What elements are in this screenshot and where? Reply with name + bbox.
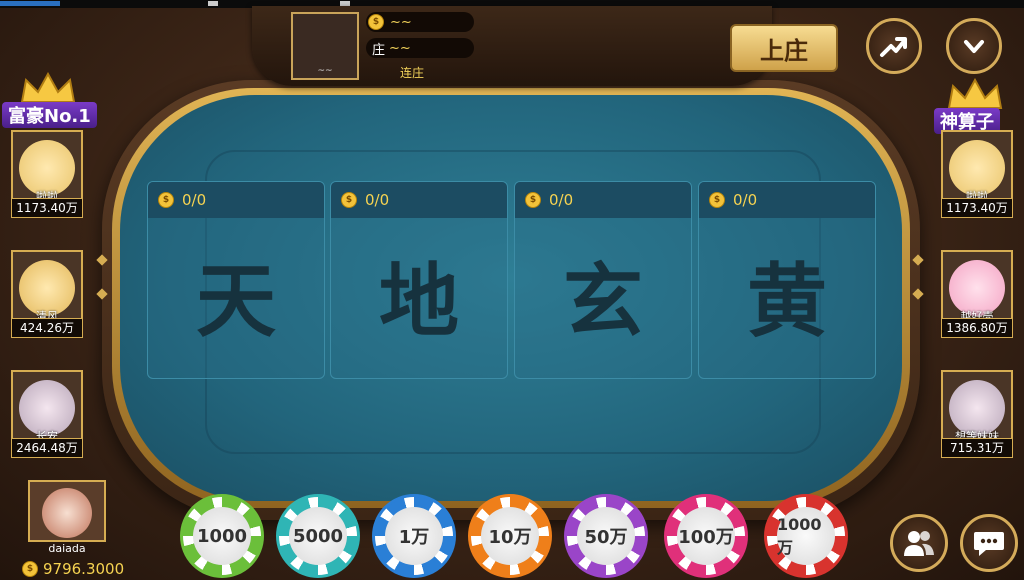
chip-1wan[interactable]: 1万: [372, 494, 456, 578]
banker-name-value: ~~: [389, 40, 411, 56]
chip-1000wan[interactable]: 1000万: [764, 494, 848, 578]
player-score: 2464.48万: [11, 438, 83, 458]
coin-icon: $: [525, 192, 541, 208]
bet-area-label: 玄: [563, 254, 643, 348]
crown-icon: [20, 72, 76, 103]
chip-5000[interactable]: 5000: [276, 494, 360, 578]
player-score: 1386.80万: [941, 318, 1013, 338]
chip-label: 1000万: [777, 507, 835, 565]
banker-avatar[interactable]: ~~: [291, 12, 359, 80]
coin-icon: $: [368, 14, 384, 30]
right-player-2[interactable]: 越好壳 1386.80万: [941, 250, 1013, 338]
bet-amount: 0/0: [733, 191, 758, 209]
players-button[interactable]: [890, 514, 948, 572]
left-player-3[interactable]: 长安 2464.48万: [11, 370, 83, 458]
bet-amount: 0/0: [182, 191, 207, 209]
my-score: $ 9796.3000: [22, 560, 124, 578]
chevron-down-icon: [964, 40, 984, 53]
my-name: daiada: [48, 542, 86, 555]
chip-label: 50万: [577, 507, 635, 565]
crown-icon: [947, 78, 1003, 109]
banker-avatar-tag: ~~: [317, 66, 333, 76]
right-player-3[interactable]: 想等妹妹 715.31万: [941, 370, 1013, 458]
my-score-value: 9796.3000: [43, 560, 125, 578]
bet-area-tian[interactable]: $ 0/0 天: [147, 181, 325, 379]
chip-100wan[interactable]: 100万: [664, 494, 748, 578]
banker-name: 庄 ~~: [366, 38, 474, 58]
bet-area-label: 天: [196, 254, 276, 348]
banker-coins: $ ~~: [366, 12, 474, 32]
bet-area-di[interactable]: $ 0/0 地: [330, 181, 508, 379]
chip-50wan[interactable]: 50万: [564, 494, 648, 578]
chip-10wan[interactable]: 10万: [468, 494, 552, 578]
trend-button[interactable]: [866, 18, 922, 74]
coin-icon: $: [341, 192, 357, 208]
coin-icon: $: [22, 561, 38, 577]
banker-streak-label: 连庄: [400, 66, 425, 80]
chip-label: 1万: [385, 507, 443, 565]
chip-1000[interactable]: 1000: [180, 494, 264, 578]
players-icon: [904, 531, 934, 556]
player-score: 1173.40万: [941, 198, 1013, 218]
chip-label: 10万: [481, 507, 539, 565]
bet-amount: 0/0: [365, 191, 390, 209]
chat-bubble-icon: [974, 532, 1004, 556]
chip-label: 1000: [193, 507, 251, 565]
banker-coins-value: ~~: [390, 14, 412, 30]
become-banker-button[interactable]: 上庄: [730, 24, 838, 72]
player-score: 715.31万: [941, 438, 1013, 458]
player-score: 1173.40万: [11, 198, 83, 218]
bet-area-xuan[interactable]: $ 0/0 玄: [514, 181, 692, 379]
bet-area-huang[interactable]: $ 0/0 黄: [698, 181, 876, 379]
bet-area-label: 黄: [747, 254, 827, 348]
chip-label: 100万: [677, 507, 735, 565]
coin-icon: $: [709, 192, 725, 208]
right-player-1[interactable]: 啦啦 1173.40万: [941, 130, 1013, 218]
player-score: 424.26万: [11, 318, 83, 338]
chat-button[interactable]: [960, 514, 1018, 572]
menu-dropdown-button[interactable]: [946, 18, 1002, 74]
bet-amount: 0/0: [549, 191, 574, 209]
my-avatar[interactable]: [28, 480, 106, 542]
rich-rank-title: 富豪No.1: [2, 102, 97, 128]
banker-name-label: 庄: [372, 42, 386, 58]
coin-icon: $: [158, 192, 174, 208]
left-player-2[interactable]: 清风 424.26万: [11, 250, 83, 338]
chip-label: 5000: [289, 507, 347, 565]
trend-up-icon: [880, 37, 907, 57]
left-player-1[interactable]: 啦啦 1173.40万: [11, 130, 83, 218]
bet-area-label: 地: [379, 254, 459, 348]
